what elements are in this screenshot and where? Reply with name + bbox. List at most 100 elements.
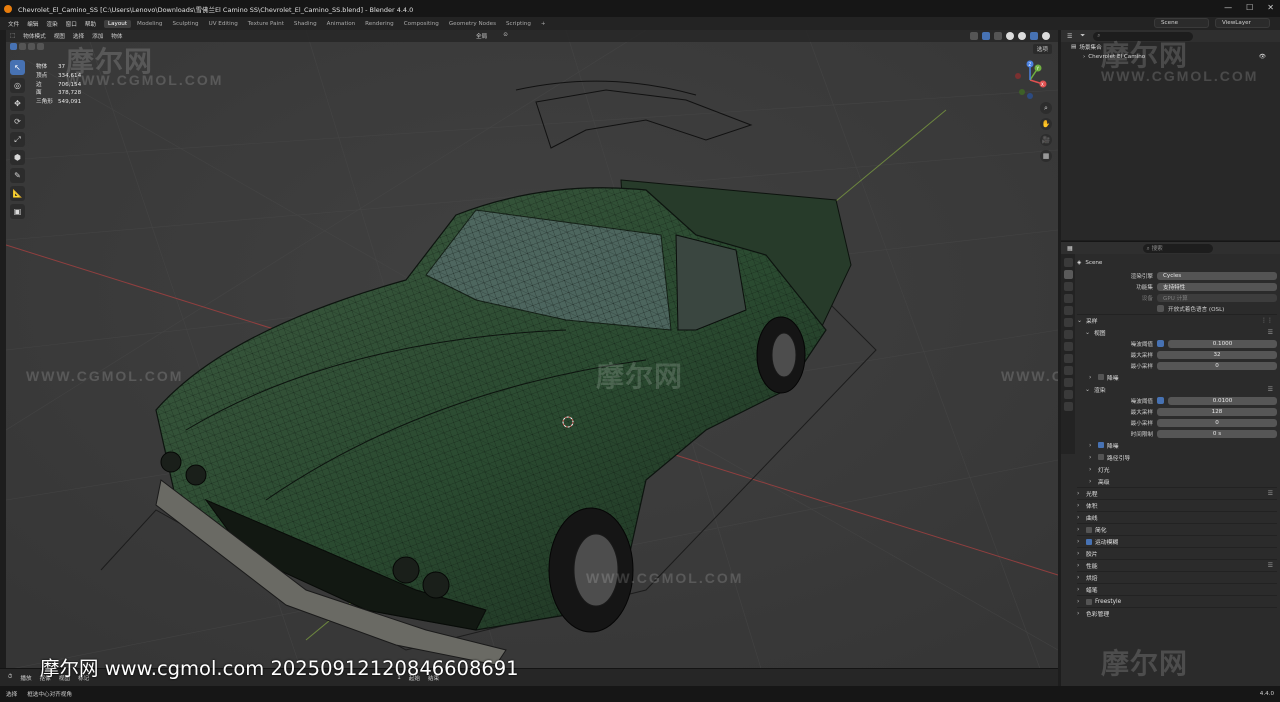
rendered-shading-icon[interactable] [1042,32,1050,40]
menu-object[interactable]: 物体 [111,32,122,40]
tab-geometry-nodes[interactable]: Geometry Nodes [445,20,500,28]
tab-animation[interactable]: Animation [323,20,360,28]
vp-denoise-checkbox[interactable] [1098,374,1104,380]
simplify-checkbox[interactable] [1086,526,1092,533]
menu-view[interactable]: 视图 [54,32,65,40]
color-management-section[interactable]: › 色彩管理 [1077,607,1277,619]
maximize-button[interactable]: ☐ [1246,3,1253,12]
constraints-tab-icon[interactable] [1063,390,1073,399]
vp-noise-threshold-field[interactable]: 0.1000 [1168,339,1277,348]
navigation-gizmo[interactable]: X Y Z [1010,60,1050,100]
physics-tab-icon[interactable] [1063,378,1073,387]
add-workspace-button[interactable]: + [537,20,550,28]
tab-sculpting[interactable]: Sculpting [168,20,202,28]
zoom-icon[interactable]: ⌕ [1040,102,1052,114]
select-extend-icon[interactable] [19,43,26,50]
select-subtract-icon[interactable] [28,43,35,50]
minimize-button[interactable]: — [1224,3,1232,12]
tab-modeling[interactable]: Modeling [133,20,166,28]
grease-pencil-section[interactable]: › 蜡笔 [1077,583,1277,595]
osl-checkbox[interactable] [1157,305,1164,312]
transform-orientation[interactable]: 全局 [476,32,487,40]
sampling-section[interactable]: ⌄ 采样 ⋮⋮ [1077,314,1277,326]
add-cube-tool-icon[interactable]: ▣ [10,204,25,219]
r-min-samples-field[interactable]: 0 [1157,418,1277,427]
feature-set-dropdown[interactable]: 支持特性 [1157,282,1277,291]
pan-icon[interactable]: ✋ [1040,118,1052,130]
editor-type-icon[interactable]: ⬚ [10,33,15,39]
mode-selector[interactable]: 物体模式 [23,32,45,40]
measure-tool-icon[interactable]: 📐 [10,186,25,201]
menu-edit[interactable]: 编辑 [27,20,38,28]
lights-subsection[interactable]: › 灯光 [1077,463,1277,475]
view-layer-tab-icon[interactable] [1063,294,1073,303]
data-tab-icon[interactable] [1063,402,1073,411]
xray-icon[interactable] [994,32,1002,40]
outliner-editor-icon[interactable]: ☰ [1067,33,1072,40]
curves-section[interactable]: › 曲线 [1077,511,1277,523]
tab-rendering[interactable]: Rendering [361,20,398,28]
collection-tab-icon[interactable] [1063,330,1073,339]
camera-view-icon[interactable]: 🎥 [1040,134,1052,146]
render-sampling-subsection[interactable]: ⌄ 渲染 ☰ [1077,383,1277,395]
select-box-icon[interactable] [10,43,17,50]
scene-selector[interactable]: Scene [1154,18,1209,28]
device-dropdown[interactable]: GPU 计算 [1157,293,1277,302]
wireframe-shading-icon[interactable] [1006,32,1014,40]
overlay-icon[interactable] [970,32,978,40]
drag-grip-icon[interactable]: ⋮⋮ [1261,317,1277,324]
3d-viewport[interactable]: 摩尔网 WWW.CGMOL.COM 摩尔网 WWW.CGMOL.COM WWW.… [6,30,1058,685]
menu-file[interactable]: 文件 [8,20,19,28]
move-tool-icon[interactable]: ✥ [10,96,25,111]
rotate-tool-icon[interactable]: ⟳ [10,114,25,129]
scale-tool-icon[interactable]: ⤢ [10,132,25,147]
light-paths-section[interactable]: › 光程 ☰ [1077,487,1277,499]
tab-layout[interactable]: Layout [104,19,132,28]
motion-blur-checkbox[interactable] [1086,538,1092,545]
volumes-section[interactable]: › 体积 [1077,499,1277,511]
annotate-tool-icon[interactable]: ✎ [10,168,25,183]
r-noise-threshold-field[interactable]: 0.0100 [1168,396,1277,405]
output-tab-icon[interactable] [1063,282,1073,291]
r-noise-threshold-checkbox[interactable] [1157,397,1164,404]
tab-uv-editing[interactable]: UV Editing [205,20,242,28]
r-time-limit-field[interactable]: 0 s [1157,429,1277,438]
view-layer-selector[interactable]: ViewLayer [1215,18,1270,28]
gizmo-icon[interactable] [982,32,990,40]
visibility-eye-icon[interactable]: 👁 [1259,54,1266,60]
expand-chevron-icon[interactable]: › [1083,54,1085,60]
menu-add[interactable]: 添加 [92,32,103,40]
vp-min-samples-field[interactable]: 0 [1157,361,1277,370]
menu-help[interactable]: 帮助 [85,20,96,28]
freestyle-checkbox[interactable] [1086,598,1092,605]
solid-shading-icon[interactable] [1018,32,1026,40]
bake-section[interactable]: › 烘焙 [1077,571,1277,583]
vp-noise-threshold-checkbox[interactable] [1157,340,1164,347]
list-icon[interactable]: ☰ [1268,490,1277,497]
scene-tab-icon[interactable] [1063,306,1073,315]
select-intersect-icon[interactable] [37,43,44,50]
properties-search-input[interactable]: ⌕ 搜索 [1142,243,1213,253]
modifier-tab-icon[interactable] [1063,354,1073,363]
viewport-sampling-subsection[interactable]: ⌄ 视图 ☰ [1077,326,1277,338]
tab-shading[interactable]: Shading [290,20,321,28]
properties-editor-icon[interactable]: ▦ [1067,245,1073,252]
tool-tab-icon[interactable] [1063,258,1073,267]
render-engine-dropdown[interactable]: Cycles [1157,271,1277,280]
world-tab-icon[interactable] [1063,318,1073,327]
path-guiding-subsection[interactable]: › 路径引导 [1077,451,1277,463]
material-shading-icon[interactable] [1030,32,1038,40]
render-tab-icon[interactable] [1063,270,1073,279]
cursor-tool-icon[interactable]: ◎ [10,78,25,93]
tab-compositing[interactable]: Compositing [400,20,443,28]
timeline-menu-playback[interactable]: 播放 [20,674,31,682]
advanced-subsection[interactable]: › 高级 [1077,475,1277,487]
menu-select[interactable]: 选择 [73,32,84,40]
transform-tool-icon[interactable]: ⬢ [10,150,25,165]
tab-scripting[interactable]: Scripting [502,20,535,28]
object-tab-icon[interactable] [1063,342,1073,351]
r-denoise-subsection[interactable]: › 降噪 [1077,439,1277,451]
r-denoise-checkbox[interactable] [1098,442,1104,448]
outliner-filter-icon[interactable]: ⏷ [1080,32,1085,40]
list-icon[interactable]: ☰ [1268,562,1277,569]
